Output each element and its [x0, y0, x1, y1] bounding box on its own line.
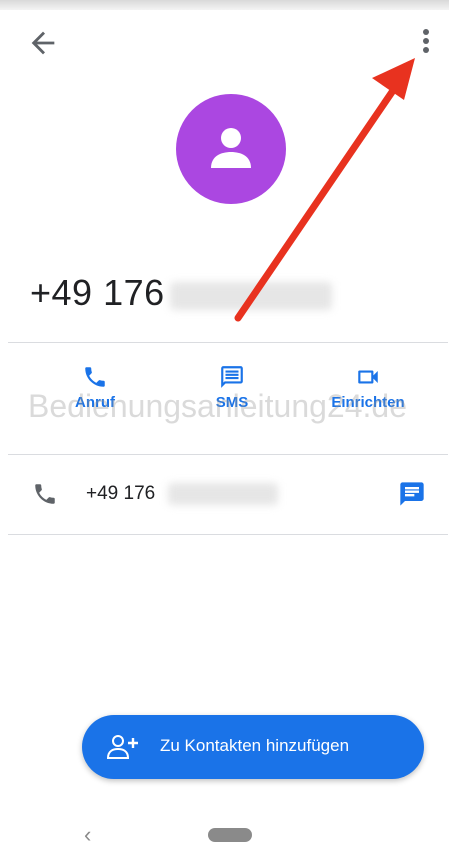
call-action-label: Anruf	[75, 394, 115, 411]
setup-action-label: Einrichten	[331, 394, 405, 411]
contact-screen: +49 176 Anruf SMS Einrichten Bedienungsa…	[0, 0, 449, 854]
status-bar	[0, 0, 449, 10]
phone-icon	[35, 484, 55, 504]
call-action-button[interactable]: Anruf	[60, 364, 130, 412]
more-vert-icon	[423, 29, 429, 53]
sms-action-label: SMS	[215, 394, 249, 411]
divider	[8, 534, 448, 535]
more-options-button[interactable]	[410, 24, 442, 60]
add-to-contacts-label: Zu Kontakten hinzufügen	[160, 736, 350, 755]
message-icon	[221, 366, 243, 388]
nav-home-button[interactable]	[208, 828, 252, 842]
phone-icon	[85, 367, 105, 387]
phone-number-text: +49 176	[86, 483, 156, 504]
video-icon	[358, 370, 378, 384]
phone-number-row[interactable]: +49 176	[8, 455, 448, 533]
arrow-left-icon	[31, 31, 55, 55]
add-person-icon	[106, 735, 138, 759]
add-to-contacts-button[interactable]: Zu Kontakten hinzufügen	[82, 715, 424, 779]
message-icon[interactable]	[398, 480, 426, 508]
setup-video-action-button[interactable]: Einrichten	[318, 364, 418, 412]
person-icon	[211, 128, 251, 168]
divider	[8, 342, 448, 343]
nav-back-button[interactable]: ‹	[84, 822, 91, 848]
avatar	[176, 94, 286, 204]
sms-action-button[interactable]: SMS	[197, 364, 267, 412]
redacted-phone-number	[168, 483, 278, 505]
back-button[interactable]	[26, 26, 60, 60]
redacted-number-title	[170, 282, 332, 310]
contact-number-title: +49 176	[30, 272, 165, 313]
